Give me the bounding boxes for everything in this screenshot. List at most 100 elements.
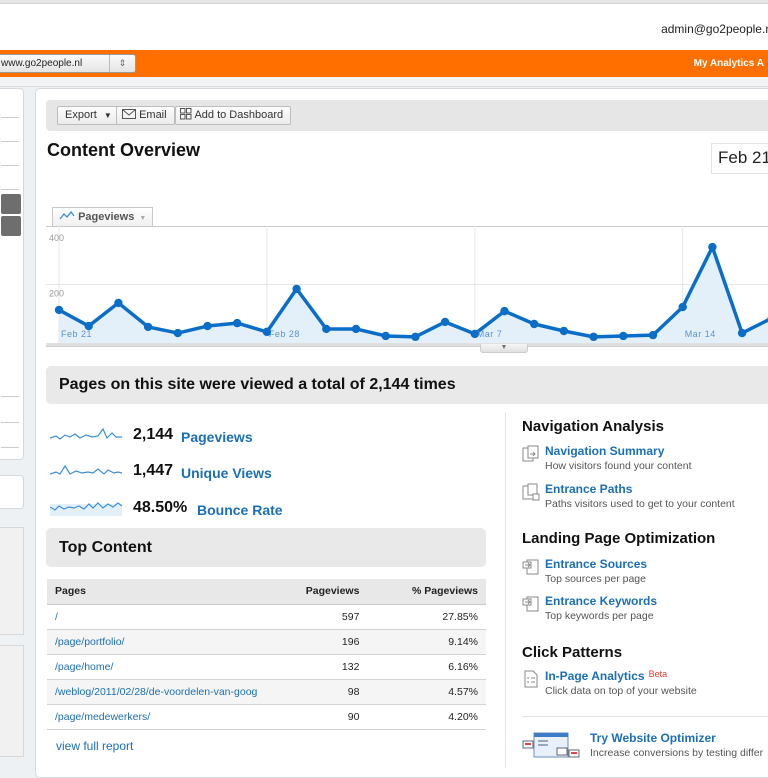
- data-point: [85, 322, 93, 330]
- sidebar-box: [0, 645, 24, 757]
- sidebar-divider: [1, 165, 19, 166]
- chart-expand-handle[interactable]: ▼: [480, 344, 528, 353]
- beta-badge: Beta: [649, 669, 668, 679]
- data-point: [174, 329, 182, 337]
- column-header-pageviews[interactable]: Pageviews: [257, 579, 367, 604]
- column-header-pct-pageviews[interactable]: % Pageviews: [367, 579, 486, 604]
- click-patterns-heading: Click Patterns: [522, 644, 622, 661]
- y-tick-label: 400: [49, 233, 64, 243]
- table-row: /page/medewerkers/ 90 4.20%: [47, 704, 486, 729]
- x-tick-label: Feb 21: [61, 329, 92, 339]
- entrance-paths-icon: [522, 483, 540, 501]
- try-website-optimizer-link[interactable]: Try Website Optimizer: [590, 731, 716, 745]
- entrance-keywords-icon: [522, 595, 540, 613]
- column-header-pages[interactable]: Pages: [47, 579, 257, 604]
- page-link[interactable]: /page/portfolio/: [47, 629, 257, 654]
- user-email[interactable]: admin@go2people.n: [661, 22, 768, 36]
- pct-cell: 9.14%: [367, 629, 486, 654]
- entrance-paths-link[interactable]: Entrance Paths: [545, 482, 632, 496]
- pageviews-link[interactable]: Pageviews: [181, 429, 253, 445]
- page-title: Content Overview: [47, 140, 200, 161]
- pageviews-cell: 196: [257, 629, 367, 654]
- select-arrows-icon: ⇕: [109, 55, 135, 72]
- chart-metric-tab[interactable]: Pageviews ▼: [52, 207, 153, 227]
- data-point: [500, 307, 508, 315]
- data-point: [55, 306, 63, 314]
- date-range-picker[interactable]: Feb 21: [711, 143, 768, 174]
- navigation-analysis-heading: Navigation Analysis: [522, 418, 664, 435]
- pageviews-cell: 98: [257, 679, 367, 704]
- data-point: [263, 328, 271, 336]
- envelope-icon: [122, 109, 136, 119]
- data-point: [292, 285, 300, 293]
- page-link[interactable]: /weblog/2011/02/28/de-voordelen-van-goog: [47, 679, 257, 704]
- page-link[interactable]: /page/home/: [47, 654, 257, 679]
- sidebar-item-active[interactable]: [1, 216, 21, 236]
- page-link[interactable]: /: [47, 604, 257, 629]
- profile-select-value: www.go2people.nl: [1, 58, 82, 69]
- pageviews-cell: 132: [257, 654, 367, 679]
- data-point: [589, 333, 597, 341]
- table-row: / 597 27.85%: [47, 604, 486, 629]
- navigation-summary-icon: [522, 445, 540, 463]
- nav-bar: www.go2people.nl ⇕ My Analytics A: [0, 50, 768, 77]
- data-point: [471, 330, 479, 338]
- data-point: [352, 325, 360, 333]
- summary-text: Pages on this site were viewed a total o…: [59, 376, 456, 394]
- data-point: [114, 299, 122, 307]
- in-page-analytics-link[interactable]: In-Page AnalyticsBeta: [545, 669, 667, 683]
- section-divider: [522, 716, 768, 717]
- header: admin@go2people.n: [0, 4, 768, 50]
- data-point: [560, 327, 568, 335]
- sidebar-item-active[interactable]: [1, 194, 21, 214]
- table-row: /weblog/2011/02/28/de-voordelen-van-goog…: [47, 679, 486, 704]
- entrance-sources-desc: Top sources per page: [545, 573, 646, 585]
- bounce-rate-link[interactable]: Bounce Rate: [197, 502, 283, 518]
- table-header-row: Pages Pageviews % Pageviews: [47, 579, 486, 604]
- navigation-summary-link[interactable]: Navigation Summary: [545, 444, 664, 458]
- pageviews-chart: 200400Feb 21Feb 28Mar 7Mar 14: [46, 226, 768, 346]
- email-button[interactable]: Email: [116, 106, 175, 125]
- pageviews-cell: 90: [257, 704, 367, 729]
- entrance-keywords-desc: Top keywords per page: [545, 610, 654, 622]
- x-tick-label: Feb 28: [269, 329, 300, 339]
- data-point: [649, 331, 657, 339]
- entrance-paths-desc: Paths visitors used to get to your conte…: [545, 498, 735, 510]
- unique-views-link[interactable]: Unique Views: [181, 465, 272, 481]
- sidebar-divider: [1, 422, 19, 423]
- my-analytics-link[interactable]: My Analytics A: [694, 58, 764, 69]
- y-tick-label: 200: [49, 289, 64, 299]
- profile-select[interactable]: www.go2people.nl ⇕: [0, 54, 136, 73]
- page-link[interactable]: /page/medewerkers/: [47, 704, 257, 729]
- dashboard-icon: [180, 108, 192, 120]
- x-tick-label: Mar 7: [477, 329, 503, 339]
- table-row: /page/home/ 132 6.16%: [47, 654, 486, 679]
- entrance-keywords-link[interactable]: Entrance Keywords: [545, 594, 657, 608]
- sidebar-divider: [1, 117, 19, 118]
- sparkline-bounce-rate: [50, 498, 122, 516]
- sparkline-pageviews: [50, 425, 122, 443]
- chart-footer: [46, 343, 768, 347]
- sidebar-divider: [1, 141, 19, 142]
- add-to-dashboard-button[interactable]: Add to Dashboard: [175, 106, 291, 125]
- caret-down-icon: ▼: [104, 111, 112, 120]
- pageviews-cell: 597: [257, 604, 367, 629]
- view-full-report-link[interactable]: view full report: [56, 739, 133, 753]
- summary-banner: Pages on this site were viewed a total o…: [46, 366, 768, 404]
- data-point: [144, 323, 152, 331]
- sparkline-unique-views: [50, 461, 122, 479]
- data-point: [233, 319, 241, 327]
- pct-cell: 4.20%: [367, 704, 486, 729]
- table-row: /page/portfolio/ 196 9.14%: [47, 629, 486, 654]
- sidebar-panel: [0, 88, 24, 460]
- report-toolbar: Export ▼ Email Add to Dashboard: [46, 100, 768, 131]
- entrance-sources-icon: [522, 558, 540, 576]
- in-page-analytics-icon: [522, 670, 540, 688]
- entrance-sources-link[interactable]: Entrance Sources: [545, 557, 647, 571]
- sidebar-box: [0, 527, 24, 635]
- website-optimizer-icon: [522, 731, 584, 761]
- sub-header: [0, 77, 768, 87]
- export-button[interactable]: Export ▼: [57, 106, 120, 125]
- pct-cell: 6.16%: [367, 654, 486, 679]
- navigation-summary-desc: How visitors found your content: [545, 460, 692, 472]
